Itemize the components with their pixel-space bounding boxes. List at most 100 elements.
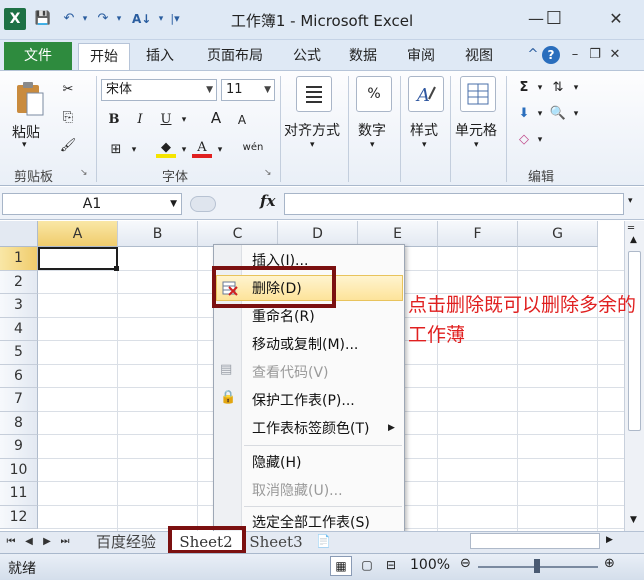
font-name-combo[interactable]: 宋体 ▼ xyxy=(101,79,217,101)
vertical-scrollbar[interactable]: ═ ▲ ▼ xyxy=(624,221,644,531)
number-format-button[interactable]: % xyxy=(356,76,392,112)
column-header-f[interactable]: F xyxy=(438,221,518,247)
styles-dropdown-icon[interactable]: ▾ xyxy=(422,140,427,150)
phonetic-button[interactable]: wén xyxy=(240,138,266,158)
font-color-button[interactable]: A xyxy=(192,138,212,158)
fill-dropdown-icon[interactable]: ▾ xyxy=(530,104,550,124)
column-header-a[interactable]: A xyxy=(38,221,118,247)
grow-font-button[interactable]: A xyxy=(206,108,226,128)
fill-color-dropdown-icon[interactable]: ▾ xyxy=(174,140,194,160)
tab-data[interactable]: 数据 xyxy=(340,43,386,70)
clear-dropdown-icon[interactable]: ▾ xyxy=(530,130,550,150)
split-box-icon[interactable]: ═ xyxy=(628,223,634,234)
fill-handle[interactable] xyxy=(114,266,119,271)
menu-item-rename[interactable]: 重命名(R) xyxy=(252,306,315,328)
row-header-12[interactable]: 12 xyxy=(0,505,38,529)
workbook-close-icon[interactable]: ✕ xyxy=(606,46,624,64)
autosum-dropdown-icon[interactable]: ▾ xyxy=(530,78,550,98)
format-painter-icon[interactable]: 🖌 xyxy=(58,136,78,156)
workbook-minimize-icon[interactable]: – xyxy=(566,46,584,64)
tab-page-layout[interactable]: 页面布局 xyxy=(194,43,276,70)
zoom-in-icon[interactable]: ⊕ xyxy=(604,556,615,571)
help-icon[interactable]: ? xyxy=(542,46,560,64)
name-box[interactable]: A1 ▼ xyxy=(2,193,182,215)
row-header-9[interactable]: 9 xyxy=(0,435,38,459)
find-dropdown-icon[interactable]: ▾ xyxy=(566,104,586,124)
zoom-out-icon[interactable]: ⊖ xyxy=(460,556,471,571)
row-header-6[interactable]: 6 xyxy=(0,364,38,388)
paste-button[interactable] xyxy=(12,78,46,118)
underline-dropdown-icon[interactable]: ▾ xyxy=(174,110,194,130)
horizontal-scroll-thumb[interactable] xyxy=(470,533,600,549)
menu-item-hide[interactable]: 隐藏(H) xyxy=(252,452,301,474)
tab-review[interactable]: 审阅 xyxy=(398,43,444,70)
tab-insert[interactable]: 插入 xyxy=(134,43,186,70)
menu-item-move-copy[interactable]: 移动或复制(M)... xyxy=(252,334,358,356)
last-sheet-icon[interactable]: ⏭ xyxy=(58,534,72,550)
borders-dropdown-icon[interactable]: ▾ xyxy=(124,140,144,160)
scroll-right-icon[interactable]: ▶ xyxy=(606,535,613,545)
insert-sheet-icon[interactable]: 📄 xyxy=(316,534,331,548)
row-header-3[interactable]: 3 xyxy=(0,294,38,318)
collapse-ribbon-icon[interactable]: ^ xyxy=(524,46,542,64)
row-header-4[interactable]: 4 xyxy=(0,317,38,341)
row-header-1[interactable]: 1 xyxy=(0,247,38,271)
first-sheet-icon[interactable]: ⏮ xyxy=(4,534,18,550)
workbook-restore-icon[interactable]: ❐ xyxy=(586,46,604,64)
alignment-button[interactable] xyxy=(296,76,332,112)
font-size-combo[interactable]: 11 ▼ xyxy=(221,79,275,101)
column-header-b[interactable]: B xyxy=(118,221,198,247)
formula-bar-splitter[interactable] xyxy=(190,196,216,212)
find-select-icon[interactable]: 🔍 xyxy=(548,104,568,124)
close-button[interactable]: ✕ xyxy=(598,6,634,32)
styles-button[interactable]: A xyxy=(408,76,444,112)
sheet-tab-sheet3[interactable]: Sheet3 xyxy=(244,531,308,553)
next-sheet-icon[interactable]: ▶ xyxy=(40,534,54,550)
borders-icon[interactable]: ⊞ xyxy=(106,140,126,160)
tab-file[interactable]: 文件 xyxy=(4,42,72,70)
page-break-view-icon[interactable]: ⊟ xyxy=(380,556,402,576)
maximize-button[interactable]: ☐ xyxy=(536,6,572,32)
prev-sheet-icon[interactable]: ◀ xyxy=(22,534,36,550)
tab-home[interactable]: 开始 xyxy=(78,43,130,70)
row-header-11[interactable]: 11 xyxy=(0,482,38,506)
italic-button[interactable]: I xyxy=(130,110,150,130)
alignment-dropdown-icon[interactable]: ▾ xyxy=(310,140,315,150)
bold-button[interactable]: B xyxy=(104,110,124,130)
zoom-level[interactable]: 100% xyxy=(410,557,450,573)
cells-dropdown-icon[interactable]: ▾ xyxy=(474,140,479,150)
clipboard-launcher-icon[interactable]: ↘ xyxy=(80,168,88,178)
copy-icon[interactable]: ⎘ xyxy=(58,108,78,128)
select-all-corner[interactable] xyxy=(0,221,38,247)
insert-function-icon[interactable]: fx xyxy=(260,192,275,210)
sort-filter-icon[interactable]: ⇅ xyxy=(548,78,568,98)
font-launcher-icon[interactable]: ↘ xyxy=(264,168,272,178)
expand-formula-bar-icon[interactable]: ▾ xyxy=(628,196,633,206)
scroll-up-icon[interactable]: ▲ xyxy=(630,235,637,245)
shrink-font-button[interactable]: A xyxy=(232,110,252,130)
sheet-tab-baidu[interactable]: 百度经验 xyxy=(82,531,170,553)
paste-dropdown-icon[interactable]: ▾ xyxy=(22,140,27,150)
column-header-g[interactable]: G xyxy=(518,221,598,247)
cells-button[interactable] xyxy=(460,76,496,112)
menu-item-protect-sheet[interactable]: 保护工作表(P)... xyxy=(252,390,355,412)
normal-view-icon[interactable]: ▦ xyxy=(330,556,352,576)
underline-button[interactable]: U xyxy=(156,110,176,130)
zoom-slider-handle[interactable] xyxy=(534,559,540,573)
tab-view[interactable]: 视图 xyxy=(456,43,502,70)
row-header-8[interactable]: 8 xyxy=(0,411,38,435)
row-header-7[interactable]: 7 xyxy=(0,388,38,412)
scroll-down-icon[interactable]: ▼ xyxy=(630,515,637,525)
menu-item-tab-color[interactable]: 工作表标签颜色(T) xyxy=(252,418,369,440)
row-header-2[interactable]: 2 xyxy=(0,270,38,294)
row-header-10[interactable]: 10 xyxy=(0,458,38,482)
formula-input[interactable] xyxy=(284,193,624,215)
sort-filter-dropdown-icon[interactable]: ▾ xyxy=(566,78,586,98)
fill-color-icon[interactable]: ◆ xyxy=(156,138,176,158)
font-color-dropdown-icon[interactable]: ▾ xyxy=(210,140,230,160)
row-header-5[interactable]: 5 xyxy=(0,341,38,365)
active-cell-a1[interactable] xyxy=(38,247,118,270)
number-dropdown-icon[interactable]: ▾ xyxy=(370,140,375,150)
tab-formulas[interactable]: 公式 xyxy=(284,43,330,70)
page-layout-view-icon[interactable]: ▢ xyxy=(356,556,378,576)
